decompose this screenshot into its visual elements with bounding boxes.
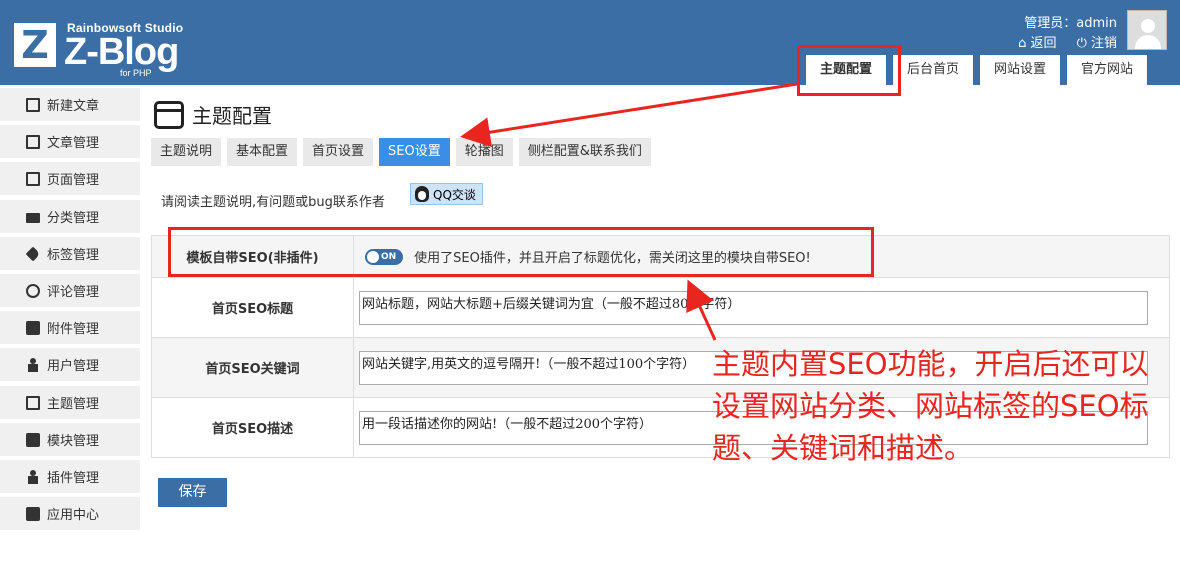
tag-icon [25,246,41,261]
plugin-icon [26,469,40,484]
admin-label: 管理员：admin [1024,16,1117,31]
tab-site-settings[interactable]: 网站设置 [980,55,1061,85]
page-title: 主题配置 [154,100,272,129]
qq-chat-button[interactable]: QQ交谈 [410,183,483,205]
sidebar-item-tags[interactable]: 标签管理 [0,237,140,270]
annotation-text: 主题内置SEO功能，开启后还可以设置网站分类、网站标签的SEO标题、关键词和描述… [712,347,1149,465]
zblog-logo-icon[interactable]: Z [14,23,56,67]
sidebar-item-modules[interactable]: 模块管理 [0,423,140,456]
home-icon: ⌂ [1018,36,1031,51]
back-link[interactable]: ⌂ 返回 [1018,32,1056,51]
sidebar-item-attachments[interactable]: 附件管理 [0,311,140,344]
highlight-box-toggle-row [168,227,874,277]
user-icon [26,357,40,372]
header-bar: Z Rainbowsoft Studio Z-Blog for PHP 管理员：… [0,0,1180,85]
edit-icon [26,97,40,112]
tab-official-site[interactable]: 官方网站 [1067,55,1148,85]
sidebar-item-pages[interactable]: 页面管理 [0,162,140,195]
seo-description-label: 首页SEO描述 [151,397,354,458]
sidebar-item-themes[interactable]: 主题管理 [0,386,140,419]
logout-link[interactable]: ⏻ 注销 [1077,32,1117,51]
attachment-icon [26,320,40,335]
logo-name[interactable]: Z-Blog [64,32,179,72]
qq-penguin-icon [415,186,429,202]
power-icon: ⏻ [1076,36,1091,51]
tab-basic-config[interactable]: 基本配置 [227,138,298,166]
highlight-box-top-tab [797,45,901,96]
module-icon [26,432,40,447]
avatar-body [1135,35,1161,49]
tab-home-settings[interactable]: 首页设置 [303,138,374,166]
sidebar-item-app-center[interactable]: 应用中心 [0,497,140,530]
folder-icon [26,212,40,223]
theme-icon [26,395,40,410]
copy-icon [26,171,40,186]
avatar-head [1141,19,1155,33]
window-icon [154,100,184,129]
sidebar-item-new-article[interactable]: 新建文章 [0,88,140,121]
comment-icon [26,283,40,298]
sub-tabs: 主题说明 基本配置 首页设置 SEO设置 轮播图 侧栏配置&联系我们 [151,138,651,166]
seo-keywords-label: 首页SEO关键词 [151,337,354,398]
box-icon [26,506,40,521]
seo-title-field[interactable]: 网站标题，网站大标题+后缀关键词为宜（一般不超过80个字符） [359,290,1148,325]
seo-title-label: 首页SEO标题 [151,277,354,338]
document-icon [26,134,40,149]
sidebar-item-users[interactable]: 用户管理 [0,348,140,381]
sidebar-item-plugins[interactable]: 插件管理 [0,460,140,493]
notice-text: 请阅读主题说明,有问题或bug联系作者 [161,195,385,210]
tab-admin-home[interactable]: 后台首页 [893,55,974,85]
tab-seo-settings[interactable]: SEO设置 [379,138,450,166]
tab-theme-intro[interactable]: 主题说明 [151,138,222,166]
tab-carousel[interactable]: 轮播图 [455,138,513,166]
sidebar: 新建文章 文章管理 页面管理 分类管理 标签管理 评论管理 附件管理 用户管理 … [0,88,140,534]
seo-title-row: 首页SEO标题 网站标题，网站大标题+后缀关键词为宜（一般不超过80个字符） [151,277,1170,338]
tab-sidebar-contact[interactable]: 侧栏配置&联系我们 [518,138,651,166]
sidebar-item-articles[interactable]: 文章管理 [0,125,140,158]
logo-sub: for PHP [120,68,152,78]
sidebar-item-comments[interactable]: 评论管理 [0,274,140,307]
arrow-to-seo-tab [460,82,798,148]
page-title-text: 主题配置 [192,104,272,128]
sidebar-item-categories[interactable]: 分类管理 [0,200,140,233]
save-button[interactable]: 保存 [158,478,227,507]
user-links: ⌂ 返回 ⏻ 注销 [1018,32,1117,51]
avatar[interactable] [1127,10,1167,50]
